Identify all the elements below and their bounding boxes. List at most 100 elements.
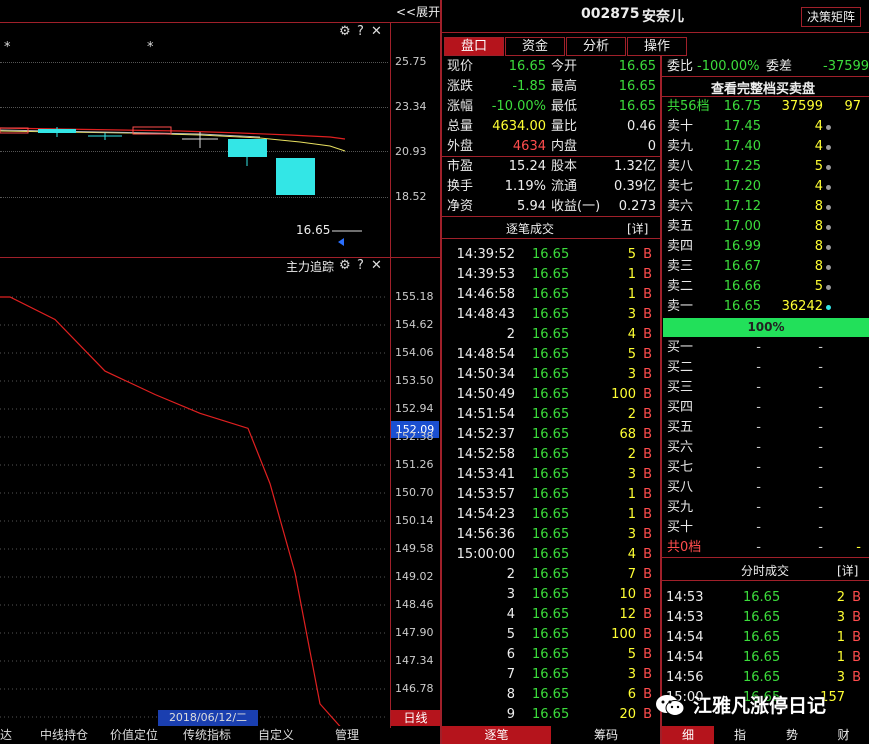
trade-price: 16.65 <box>532 687 570 702</box>
level-dot-icon <box>826 245 831 250</box>
price-tick: 23.34 <box>395 100 427 113</box>
tab-index[interactable]: 指 <box>714 726 766 744</box>
quote-value: 0.273 <box>618 199 656 214</box>
trade-time: 2 <box>506 567 515 582</box>
minute-trade-volume: 1 <box>836 650 845 665</box>
trade-price: 16.65 <box>532 527 570 542</box>
tab-detail[interactable]: 细 <box>662 726 714 744</box>
level-price: - <box>756 340 761 355</box>
tab-chips[interactable]: 筹码 <box>552 726 660 744</box>
full-book-link[interactable]: 查看完整档买卖盘 <box>711 78 815 97</box>
level-volume: - <box>818 460 823 475</box>
quote-label: 量比 <box>551 119 578 134</box>
tab-pankou[interactable]: 盘口 <box>444 37 504 56</box>
trade-side: B <box>643 507 652 522</box>
stock-code: 002875 <box>581 6 640 22</box>
trade-row: 7 16.65 3 B <box>442 665 660 685</box>
level-label: 卖十 <box>667 119 694 134</box>
ask-row: 卖五 17.00 8 <box>663 217 869 237</box>
trade-price: 16.65 <box>532 667 570 682</box>
tab-finance[interactable]: 财 <box>818 726 869 744</box>
book-ratio-row: 委比 -100.00% 委差 -37599 <box>663 57 869 77</box>
bid-row: 买九 - - <box>663 498 869 518</box>
level-price: - <box>756 440 761 455</box>
trade-row: 5 16.65 100 B <box>442 625 660 645</box>
trade-side: B <box>643 307 652 322</box>
quote-label: 今开 <box>551 59 578 74</box>
trade-price: 16.65 <box>532 287 570 302</box>
tab-analysis[interactable]: 分析 <box>566 37 626 56</box>
level-price: 16.65 <box>723 299 761 314</box>
expand-button[interactable]: <<展开 <box>396 3 440 20</box>
bid-row: 买七 - - <box>663 458 869 478</box>
quote-value: 0.39亿 <box>614 179 656 194</box>
trade-time: 3 <box>506 587 515 602</box>
minute-trade-row: 14:53 16.65 3 B <box>663 608 869 628</box>
trade-side: B <box>643 527 652 542</box>
watermark: 江雅凡涨停日记 <box>655 688 845 722</box>
indicator-tick: 152.94 <box>395 402 434 415</box>
trade-volume: 6 <box>627 687 636 702</box>
bottom-tab[interactable]: 价值定位 <box>110 726 158 744</box>
quote-divider <box>442 238 660 239</box>
trade-volume: 12 <box>619 607 636 622</box>
decision-matrix-button[interactable]: 决策矩阵 <box>801 7 861 27</box>
book-divider <box>662 580 869 581</box>
level-volume: 36242 <box>781 299 823 314</box>
ask-row: 卖八 17.25 5 <box>663 157 869 177</box>
trade-time: 14:50:34 <box>456 367 515 382</box>
bottom-tab[interactable]: 传统指标 <box>183 726 231 744</box>
trade-row: 14:39:53 16.65 1 B <box>442 265 660 285</box>
level-volume: 8 <box>814 219 823 234</box>
minute-trade-price: 16.65 <box>743 630 781 645</box>
trade-side: B <box>643 367 652 382</box>
trade-price: 16.65 <box>532 647 570 662</box>
quote-value: 16.65 <box>508 59 546 74</box>
trade-time: 14:52:58 <box>456 447 515 462</box>
tab-trend[interactable]: 势 <box>766 726 818 744</box>
bottom-tab[interactable]: 中线持仓 <box>40 726 88 744</box>
indicator-tick: 147.90 <box>395 626 434 639</box>
level-price: 17.20 <box>723 179 761 194</box>
minute-detail-link[interactable]: [详] <box>837 562 858 579</box>
bottom-tab[interactable]: 自定义 <box>258 726 294 744</box>
level-price: 16.66 <box>723 279 761 294</box>
header-divider <box>442 32 869 33</box>
trade-row: 9 16.65 20 B <box>442 705 660 725</box>
trade-price: 16.65 <box>532 387 570 402</box>
trade-side: B <box>643 667 652 682</box>
tab-trades[interactable]: 逐笔 <box>442 726 551 744</box>
tab-funds[interactable]: 资金 <box>505 37 565 56</box>
bottom-tab[interactable]: 管理 <box>335 726 359 744</box>
trade-time: 14:39:53 <box>456 267 515 282</box>
trade-side: B <box>643 487 652 502</box>
trade-side: B <box>643 247 652 262</box>
period-button[interactable]: 日线 <box>391 710 440 726</box>
diff-value: -37599 <box>823 59 869 74</box>
trade-side: B <box>643 447 652 462</box>
candle <box>276 158 315 195</box>
tab-operation[interactable]: 操作 <box>627 37 687 56</box>
trade-volume: 100 <box>611 627 636 642</box>
trade-row: 14:48:43 16.65 3 B <box>442 305 660 325</box>
level-volume: - <box>818 440 823 455</box>
trade-time: 14:50:49 <box>456 387 515 402</box>
percent-bar: 100% <box>663 318 869 337</box>
trade-volume: 4 <box>627 547 636 562</box>
trade-price: 16.65 <box>532 427 570 442</box>
trade-side: B <box>643 707 652 722</box>
trade-row: 14:53:41 16.65 3 B <box>442 465 660 485</box>
level-volume: - <box>818 420 823 435</box>
vert-divider <box>660 56 662 744</box>
bottom-tab[interactable]: 看达 <box>0 726 12 744</box>
quote-value: 4634.00 <box>492 119 546 134</box>
indicator-tick: 152.38 <box>395 430 434 443</box>
quote-value: 16.65 <box>618 79 656 94</box>
trades-detail-link[interactable]: [详] <box>627 220 648 237</box>
indicator-tick: 155.18 <box>395 290 434 303</box>
trade-time: 14:52:37 <box>456 427 515 442</box>
trade-volume: 100 <box>611 387 636 402</box>
quote-label: 涨幅 <box>447 99 474 114</box>
level-label: 买十 <box>667 520 694 535</box>
minute-trade-row: 14:56 16.65 3 B <box>663 668 869 688</box>
